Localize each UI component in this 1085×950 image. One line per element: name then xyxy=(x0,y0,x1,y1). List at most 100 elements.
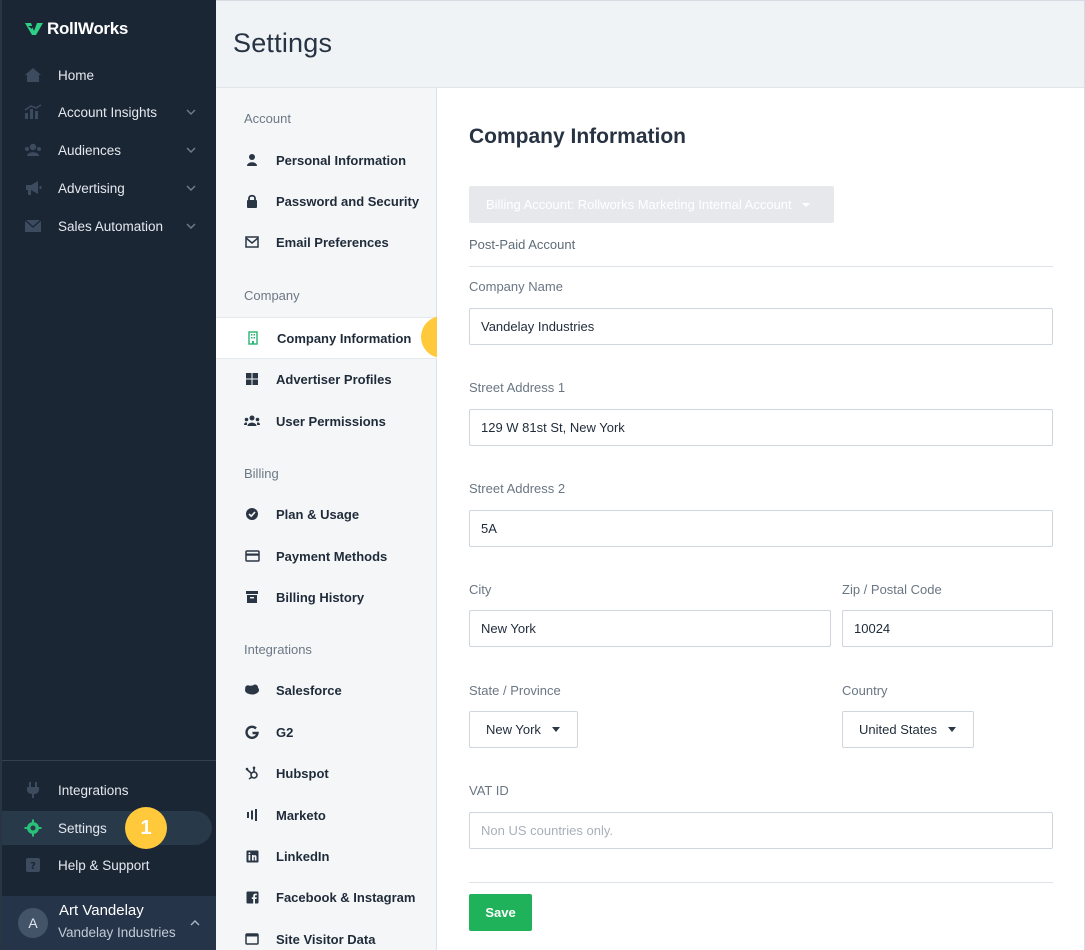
subnav-marketo[interactable]: Marketo xyxy=(216,796,436,834)
nav-sales-automation[interactable]: Sales Automation xyxy=(2,209,214,243)
city-input[interactable]: New York xyxy=(469,610,831,647)
subnav-company-information[interactable]: Company Information xyxy=(216,317,438,359)
chevron-down-icon[interactable] xyxy=(186,183,196,193)
subnav-label: Site Visitor Data xyxy=(276,931,376,947)
nav-sales-automation-label: Sales Automation xyxy=(58,218,164,234)
country-select[interactable]: United States xyxy=(842,711,974,748)
marketo-icon xyxy=(244,807,260,823)
subnav-label: Billing History xyxy=(276,589,365,605)
section-integrations: Integrations xyxy=(244,642,312,657)
zip-input[interactable]: 10024 xyxy=(842,610,1053,647)
subnav-label: Password and Security xyxy=(276,193,420,209)
vat-id-input[interactable]: Non US countries only. xyxy=(469,812,1053,849)
nav-audiences[interactable]: Audiences xyxy=(2,133,214,167)
nav-home-label: Home xyxy=(58,67,95,83)
subnav-label: Advertiser Profiles xyxy=(276,371,392,387)
rollworks-logo-icon xyxy=(25,23,43,35)
subnav-advertiser-profiles[interactable]: Advertiser Profiles xyxy=(216,360,436,398)
subnav-g2[interactable]: G2 xyxy=(216,713,436,751)
state-select[interactable]: New York xyxy=(469,711,578,748)
street-address-2-label: Street Address 2 xyxy=(469,481,566,496)
street-address-2-input[interactable]: 5A xyxy=(469,510,1053,547)
city-label: City xyxy=(469,582,492,597)
company-name-label: Company Name xyxy=(469,279,563,294)
envelope-icon xyxy=(244,234,260,250)
subnav-personal-information[interactable]: Personal Information xyxy=(216,141,436,179)
subnav-linkedin[interactable]: LinkedIn xyxy=(216,837,436,875)
subnav-label: Marketo xyxy=(276,807,326,823)
nav-settings-label: Settings xyxy=(58,820,107,836)
user-company: Vandelay Industries xyxy=(58,925,176,940)
chevron-down-icon[interactable] xyxy=(186,145,196,155)
subnav-email-preferences[interactable]: Email Preferences xyxy=(216,223,436,261)
g2-icon xyxy=(244,724,260,740)
chevron-up-icon[interactable] xyxy=(190,918,200,928)
subnav-hubspot[interactable]: Hubspot xyxy=(216,754,436,792)
chevron-down-icon[interactable] xyxy=(186,107,196,117)
svg-text:?: ? xyxy=(30,861,36,872)
logo-text: RollWorks xyxy=(47,19,129,38)
subnav-payment-methods[interactable]: Payment Methods xyxy=(216,537,436,575)
lock-icon xyxy=(244,193,260,209)
nav-account-insights[interactable]: Account Insights xyxy=(2,95,214,129)
avatar: A xyxy=(18,908,48,938)
subnav-label: Payment Methods xyxy=(276,548,388,564)
rollworks-logo[interactable]: RollWorks xyxy=(25,19,128,39)
subnav-label: G2 xyxy=(276,724,294,740)
subnav-plan-usage[interactable]: Plan & Usage xyxy=(216,495,436,533)
page-title: Settings xyxy=(233,28,333,58)
save-button[interactable]: Save xyxy=(469,894,532,931)
section-account: Account xyxy=(244,111,291,126)
nav-integrations[interactable]: Integrations xyxy=(2,773,214,807)
country-label: Country xyxy=(842,683,888,698)
user-icon xyxy=(244,152,260,168)
divider xyxy=(469,882,1053,883)
salesforce-icon xyxy=(244,682,260,698)
subnav-user-permissions[interactable]: User Permissions xyxy=(216,402,436,440)
subnav-salesforce[interactable]: Salesforce xyxy=(216,671,436,709)
subnav-label: User Permissions xyxy=(276,413,386,429)
linkedin-icon xyxy=(244,848,260,864)
nav-help-support[interactable]: ? Help & Support xyxy=(2,848,214,882)
nav-audiences-label: Audiences xyxy=(58,142,122,158)
subnav-label: Facebook & Instagram xyxy=(276,889,416,905)
company-name-input[interactable]: Vandelay Industries xyxy=(469,308,1053,345)
subnav-label: Hubspot xyxy=(276,765,329,781)
subnav-site-visitor-data[interactable]: Site Visitor Data xyxy=(216,920,436,950)
nav-advertising[interactable]: Advertising xyxy=(2,171,214,205)
nav-help-support-label: Help & Support xyxy=(58,857,150,873)
nav-settings[interactable]: Settings xyxy=(2,811,212,845)
credit-card-icon xyxy=(244,548,260,564)
nav-integrations-label: Integrations xyxy=(58,782,129,798)
chart-icon xyxy=(24,103,42,121)
callout-badge-1: 1 xyxy=(125,807,167,849)
chevron-down-icon[interactable] xyxy=(186,221,196,231)
mail-icon xyxy=(24,217,42,235)
question-icon: ? xyxy=(24,856,42,874)
grid-icon xyxy=(244,371,260,387)
subnav-billing-history[interactable]: Billing History xyxy=(216,578,436,616)
facebook-icon xyxy=(244,889,260,905)
subnav-password-security[interactable]: Password and Security xyxy=(216,182,436,220)
section-company: Company xyxy=(244,288,300,303)
nav-home[interactable]: Home xyxy=(2,58,214,92)
settings-subnav: Account Personal Information Password an… xyxy=(216,88,438,950)
home-icon xyxy=(24,66,42,84)
billing-account-dropdown[interactable]: Billing Account: Rollworks Marketing Int… xyxy=(469,186,834,223)
subnav-label: Plan & Usage xyxy=(276,506,360,522)
user-menu[interactable]: A Art Vandelay Vandelay Industries xyxy=(2,896,218,950)
subnav-label: Email Preferences xyxy=(276,234,389,250)
subnav-label: Company Information xyxy=(277,330,412,346)
people-icon xyxy=(24,141,42,159)
country-value: United States xyxy=(859,722,938,737)
vat-id-label: VAT ID xyxy=(469,783,509,798)
page-header: Settings xyxy=(216,0,1085,88)
section-billing: Billing xyxy=(244,466,279,481)
plug-icon xyxy=(24,781,42,799)
subnav-facebook-instagram[interactable]: Facebook & Instagram xyxy=(216,878,436,916)
street-address-1-input[interactable]: 129 W 81st St, New York xyxy=(469,409,1053,446)
street-address-1-label: Street Address 1 xyxy=(469,380,566,395)
billing-account-label: Billing Account: Rollworks Marketing Int… xyxy=(486,197,792,212)
caret-down-icon xyxy=(551,727,560,732)
browser-window-icon xyxy=(244,931,260,947)
